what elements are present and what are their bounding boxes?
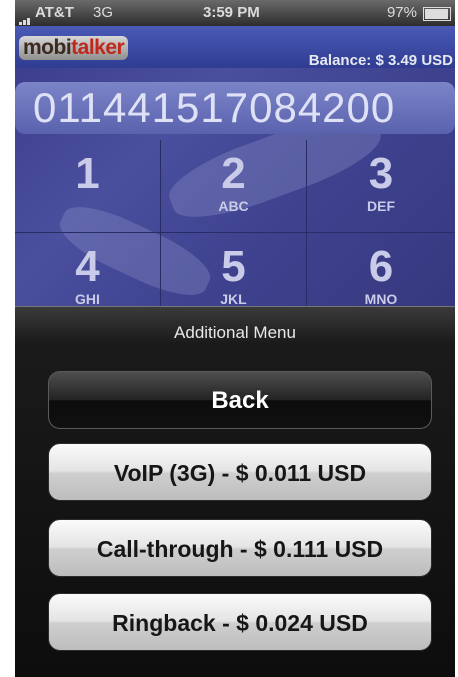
back-button[interactable]: Back xyxy=(48,371,432,429)
ringback-button[interactable]: Ringback - $ 0.024 USD xyxy=(48,593,432,651)
key-3[interactable]: 3 DEF xyxy=(307,140,455,233)
battery-icon xyxy=(423,7,451,21)
logo-mobi: mobi xyxy=(23,36,72,59)
additional-menu-sheet: Additional Menu Back VoIP (3G) - $ 0.011… xyxy=(15,306,455,677)
key-2[interactable]: 2 ABC xyxy=(161,140,307,233)
dialer-area: mobitalker Balance: $ 3.49 USD 011441517… xyxy=(15,26,455,326)
status-bar: AT&T 3G 3:59 PM 97% xyxy=(15,0,455,26)
key-digit: 1 xyxy=(75,149,100,198)
key-digit: 4 xyxy=(75,242,100,291)
brand-bar: mobitalker Balance: $ 3.49 USD xyxy=(15,26,455,69)
signal-icon xyxy=(19,8,31,25)
key-letters: MNO xyxy=(364,291,398,307)
key-letters: JKL xyxy=(220,291,247,307)
key-digit: 3 xyxy=(368,149,394,198)
logo-talker: talker xyxy=(71,36,125,59)
voip-button[interactable]: VoIP (3G) - $ 0.011 USD xyxy=(48,443,432,501)
menu-title: Additional Menu xyxy=(174,323,296,342)
call-through-button[interactable]: Call-through - $ 0.111 USD xyxy=(48,519,432,577)
key-letters: DEF xyxy=(367,198,395,214)
dialed-number: 011441517084200 xyxy=(33,84,396,131)
clock: 3:59 PM xyxy=(203,4,260,21)
key-letters: GHI xyxy=(75,291,100,307)
balance-label: Balance: $ 3.49 USD xyxy=(308,52,453,69)
network-label: 3G xyxy=(93,4,114,21)
app-logo: mobitalker xyxy=(19,36,129,60)
key-digit: 6 xyxy=(368,242,394,291)
carrier-label: AT&T xyxy=(35,4,74,21)
key-digit: 5 xyxy=(221,242,246,291)
battery-percent: 97% xyxy=(386,4,417,21)
key-digit: 2 xyxy=(221,149,246,198)
dialed-number-field[interactable]: 011441517084200 xyxy=(15,82,455,134)
key-1[interactable]: 1 xyxy=(15,140,161,233)
phone-screen: AT&T 3G 3:59 PM 97% mobitalker Balance: … xyxy=(15,0,455,677)
key-letters: ABC xyxy=(218,198,249,214)
